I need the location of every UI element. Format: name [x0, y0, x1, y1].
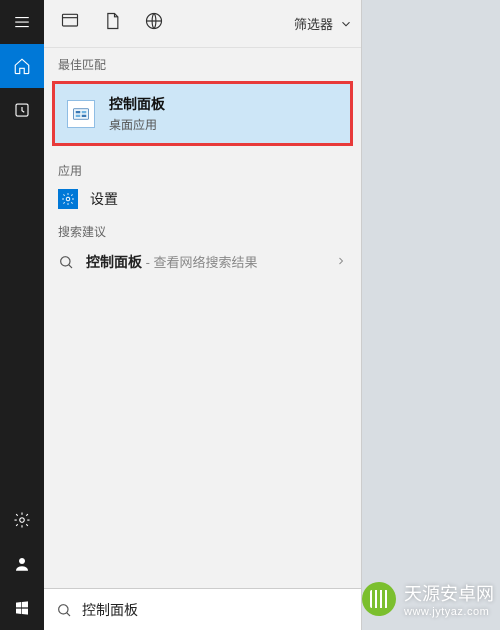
web-caption: 搜索建议	[44, 215, 361, 244]
search-bar	[44, 588, 361, 630]
panel-spacer	[44, 280, 361, 588]
apps-caption: 应用	[44, 154, 361, 183]
filter-dropdown[interactable]: 筛选器	[294, 14, 353, 33]
left-rail	[0, 0, 44, 630]
best-match-title: 控制面板	[109, 94, 165, 114]
watermark-logo-icon	[362, 582, 396, 616]
watermark-line1: 天源安卓网	[404, 584, 494, 604]
web-hint: - 查看网络搜索结果	[142, 255, 258, 270]
best-match-item[interactable]: 控制面板 桌面应用	[52, 81, 353, 146]
search-icon	[58, 254, 74, 270]
chevron-right-icon	[335, 255, 347, 267]
start-button[interactable]	[0, 586, 44, 630]
rail-spacer	[0, 132, 44, 498]
menu-button[interactable]	[0, 0, 44, 44]
watermark: 天源安卓网 www.jytyaz.com	[362, 580, 494, 618]
scope-apps-button[interactable]	[60, 11, 80, 36]
web-suggestion-text: 控制面板 - 查看网络搜索结果	[86, 252, 258, 272]
person-icon	[13, 555, 31, 573]
document-icon	[102, 11, 122, 31]
settings-button[interactable]	[0, 498, 44, 542]
filter-label: 筛选器	[294, 14, 333, 33]
search-input[interactable]	[82, 602, 349, 618]
best-match-caption: 最佳匹配	[44, 48, 361, 77]
home-icon	[13, 57, 31, 75]
clock-icon	[13, 101, 31, 119]
best-match-text: 控制面板 桌面应用	[109, 94, 165, 133]
hamburger-icon	[13, 13, 31, 31]
apps-icon	[60, 11, 80, 31]
settings-app-icon	[58, 189, 78, 209]
control-panel-icon	[67, 100, 95, 128]
search-icon	[56, 602, 72, 618]
windows-icon	[14, 600, 30, 616]
settings-item[interactable]: 设置	[44, 183, 361, 215]
recent-button[interactable]	[0, 88, 44, 132]
home-button[interactable]	[0, 44, 44, 88]
web-term: 控制面板	[86, 254, 142, 270]
scope-row: 筛选器	[44, 0, 361, 48]
watermark-line2: www.jytyaz.com	[404, 606, 494, 618]
globe-icon	[144, 11, 164, 31]
desktop-area: 天源安卓网 www.jytyaz.com	[362, 0, 500, 630]
scope-web-button[interactable]	[144, 11, 164, 36]
watermark-text: 天源安卓网 www.jytyaz.com	[404, 580, 494, 618]
web-expand[interactable]	[335, 254, 347, 270]
chevron-down-icon	[339, 17, 353, 31]
account-button[interactable]	[0, 542, 44, 586]
search-panel: 筛选器 最佳匹配 控制面板 桌面应用 应用 设置 搜索建议 控制面板 - 查看网…	[44, 0, 362, 630]
gear-icon	[13, 511, 31, 529]
web-suggestion-item[interactable]: 控制面板 - 查看网络搜索结果	[44, 244, 361, 280]
settings-label: 设置	[90, 189, 118, 209]
best-match-subtitle: 桌面应用	[109, 116, 165, 133]
scope-documents-button[interactable]	[102, 11, 122, 36]
